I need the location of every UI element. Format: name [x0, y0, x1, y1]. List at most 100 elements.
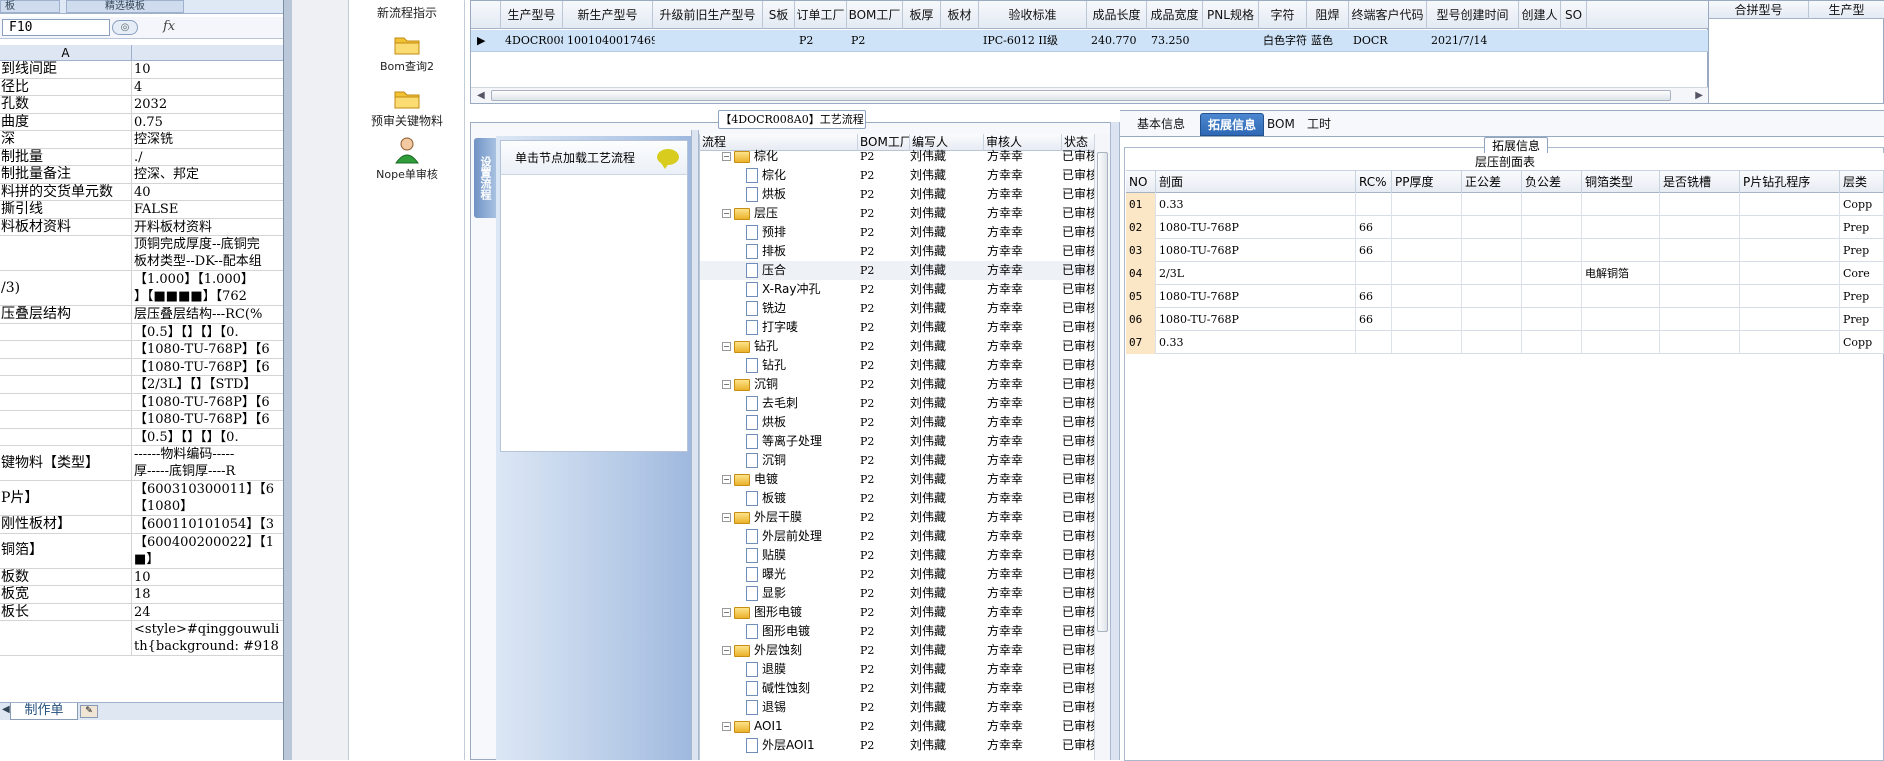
process-tree-node[interactable]: 外层前处理 P2 刘伟藏 方幸幸 已审核 [700, 527, 1094, 546]
lamination-cell[interactable]: Prep [1840, 239, 1884, 262]
model-grid-column-header[interactable]: 成品长度 [1087, 1, 1147, 29]
excel-cell-a[interactable] [0, 341, 132, 358]
excel-cell-a[interactable]: 板长 [0, 603, 132, 620]
process-tree-node[interactable]: 板镀 P2 刘伟藏 方幸幸 已审核 [700, 489, 1094, 508]
excel-row[interactable]: 撕引线 FALSE [0, 201, 283, 219]
excel-cell-a[interactable]: 径比 [0, 78, 132, 95]
excel-cell-b[interactable]: FALSE [134, 201, 283, 218]
excel-cell-b[interactable]: 2032 [134, 96, 283, 113]
collapse-toggle-icon[interactable]: − [722, 152, 731, 161]
excel-cell-a[interactable]: 到线间距 [0, 61, 132, 78]
lamination-cell[interactable] [1462, 285, 1522, 308]
lamination-cell[interactable] [1740, 331, 1840, 354]
excel-row[interactable]: 板宽 18 [0, 586, 283, 604]
lamination-cell[interactable]: 1080-TU-768P [1156, 308, 1356, 331]
excel-row[interactable]: 制批量 ./ [0, 148, 283, 166]
lamination-cell[interactable] [1740, 308, 1840, 331]
lamination-column-header[interactable]: 负公差 [1522, 171, 1582, 193]
lamination-cell[interactable]: 66 [1356, 239, 1392, 262]
excel-row[interactable]: 【1080-TU-768P】【6 [0, 358, 283, 376]
lamination-cell[interactable] [1660, 216, 1740, 239]
lamination-cell[interactable] [1522, 262, 1582, 285]
lamination-cell[interactable]: 1080-TU-768P [1156, 285, 1356, 308]
lamination-row-number[interactable]: 07 [1126, 331, 1156, 354]
lamination-cell[interactable] [1356, 331, 1392, 354]
lamination-column-header[interactable]: 是否铣槽 [1660, 171, 1740, 193]
model-grid-cell[interactable]: 4DOCR008A0 [505, 30, 563, 52]
model-grid-cell[interactable]: IPC-6012 II级 [983, 30, 1089, 52]
excel-cell-b[interactable]: 【1080-TU-768P】【6 [134, 394, 283, 411]
detail-tab[interactable]: 工时 [1300, 113, 1338, 136]
excel-row[interactable]: 曲度 0.75 [0, 113, 283, 131]
excel-cell-a[interactable]: 板宽 [0, 586, 132, 603]
excel-cell-b[interactable]: <style>#qinggouwuli th{background: #918 [134, 621, 283, 655]
process-tree-node[interactable]: 图形电镀 P2 刘伟藏 方幸幸 已审核 [700, 622, 1094, 641]
collapse-toggle-icon[interactable]: − [722, 608, 731, 617]
process-tree-node[interactable]: 压合 P2 刘伟藏 方幸幸 已审核 [700, 261, 1094, 280]
vscroll-thumb[interactable] [1097, 152, 1108, 632]
excel-cell-a[interactable] [0, 393, 132, 410]
model-grid-column-header[interactable]: 字符 [1259, 1, 1307, 29]
lamination-cell[interactable] [1462, 308, 1522, 331]
lamination-cell[interactable]: 1080-TU-768P [1156, 239, 1356, 262]
model-grid-cell[interactable]: P2 [851, 30, 905, 52]
process-tree-node[interactable]: 打字唛 P2 刘伟藏 方幸幸 已审核 [700, 318, 1094, 337]
process-tree-group[interactable]: − 外层蚀刻 P2 刘伟藏 方幸幸 已审核 [700, 641, 1094, 660]
lamination-cell[interactable] [1660, 308, 1740, 331]
process-tree-node[interactable]: 外层AOI1 P2 刘伟藏 方幸幸 已审核 [700, 736, 1094, 755]
collapse-toggle-icon[interactable]: − [722, 646, 731, 655]
process-tree-group[interactable]: − 棕化 P2 刘伟藏 方幸幸 已审核 [700, 147, 1094, 166]
merge-grid-column-header[interactable]: 生产型 [1809, 1, 1884, 19]
process-tree-group[interactable]: − 钻孔 P2 刘伟藏 方幸幸 已审核 [700, 337, 1094, 356]
lamination-cell[interactable] [1392, 193, 1462, 216]
lamination-cell[interactable] [1392, 331, 1462, 354]
model-grid-cell[interactable]: 10010400174698 [567, 30, 655, 52]
model-grid-column-header[interactable]: 型号创建时间 [1427, 1, 1519, 29]
collapse-toggle-icon[interactable]: − [722, 513, 731, 522]
excel-top-tab[interactable]: 精选模板 [66, 0, 184, 13]
process-tree-node[interactable]: 去毛刺 P2 刘伟藏 方幸幸 已审核 [700, 394, 1094, 413]
sheet-tab[interactable]: 制作单 [10, 703, 78, 720]
model-grid-column-header[interactable]: 新生产型号 [563, 1, 653, 29]
process-tree-node[interactable]: 显影 P2 刘伟藏 方幸幸 已审核 [700, 584, 1094, 603]
process-tree-node[interactable]: 棕化 P2 刘伟藏 方幸幸 已审核 [700, 166, 1094, 185]
lamination-column-header[interactable]: PP厚度 [1392, 171, 1462, 193]
model-grid-cell[interactable] [767, 30, 797, 52]
lamination-cell[interactable] [1392, 216, 1462, 239]
column-header-a[interactable]: A [0, 45, 132, 61]
excel-row[interactable]: 深控深铣 [0, 131, 283, 149]
excel-cell-a[interactable] [0, 376, 132, 393]
model-grid-column-header[interactable]: PNL规格 [1203, 1, 1259, 29]
scroll-left-icon[interactable]: ◀ [477, 88, 485, 103]
lamination-cell[interactable] [1522, 331, 1582, 354]
excel-cell-b[interactable]: 0.75 [134, 114, 283, 131]
lamination-cell[interactable]: Prep [1840, 285, 1884, 308]
collapse-toggle-icon[interactable]: − [722, 475, 731, 484]
scroll-right-icon[interactable]: ▶ [1695, 88, 1703, 103]
lamination-cell[interactable] [1392, 239, 1462, 262]
excel-row[interactable]: 刚性板材】 【600110101054】【3 [0, 516, 283, 534]
lamination-column-header[interactable]: 层类 [1840, 171, 1884, 193]
model-grid-cell[interactable] [907, 30, 943, 52]
lamination-cell[interactable] [1462, 331, 1522, 354]
excel-cell-a[interactable]: 制批量备注 [0, 166, 132, 183]
lamination-cell[interactable] [1660, 193, 1740, 216]
model-grid-column-header[interactable]: 板厚 [903, 1, 941, 29]
model-grid-column-header[interactable]: 板材 [941, 1, 979, 29]
model-grid-cell[interactable]: 白色字符 [1263, 30, 1309, 52]
excel-row[interactable]: 顶铜完成厚度--底铜完 板材类型--DK--配本组 [0, 236, 283, 271]
lamination-column-header[interactable]: 正公差 [1462, 171, 1522, 193]
process-tree-node[interactable]: 烘板 P2 刘伟藏 方幸幸 已审核 [700, 413, 1094, 432]
model-grid-cell[interactable] [671, 30, 779, 52]
process-tree-node[interactable]: 碱性蚀刻 P2 刘伟藏 方幸幸 已审核 [700, 679, 1094, 698]
model-grid-column-header[interactable]: 验收标准 [979, 1, 1087, 29]
model-grid-cell[interactable] [945, 30, 981, 52]
process-tree-node[interactable]: 等离子处理 P2 刘伟藏 方幸幸 已审核 [700, 432, 1094, 451]
excel-row[interactable]: 料板材资料 开料板材资料 [0, 218, 283, 236]
excel-cell-b[interactable]: 顶铜完成厚度--底铜完 板材类型--DK--配本组 [134, 236, 283, 270]
lamination-column-header[interactable]: RC% [1356, 171, 1392, 193]
excel-cell-b[interactable]: 10 [134, 569, 283, 586]
lamination-cell[interactable] [1356, 193, 1392, 216]
excel-cell-a[interactable] [0, 323, 132, 340]
excel-row[interactable]: 板数 10 [0, 568, 283, 586]
